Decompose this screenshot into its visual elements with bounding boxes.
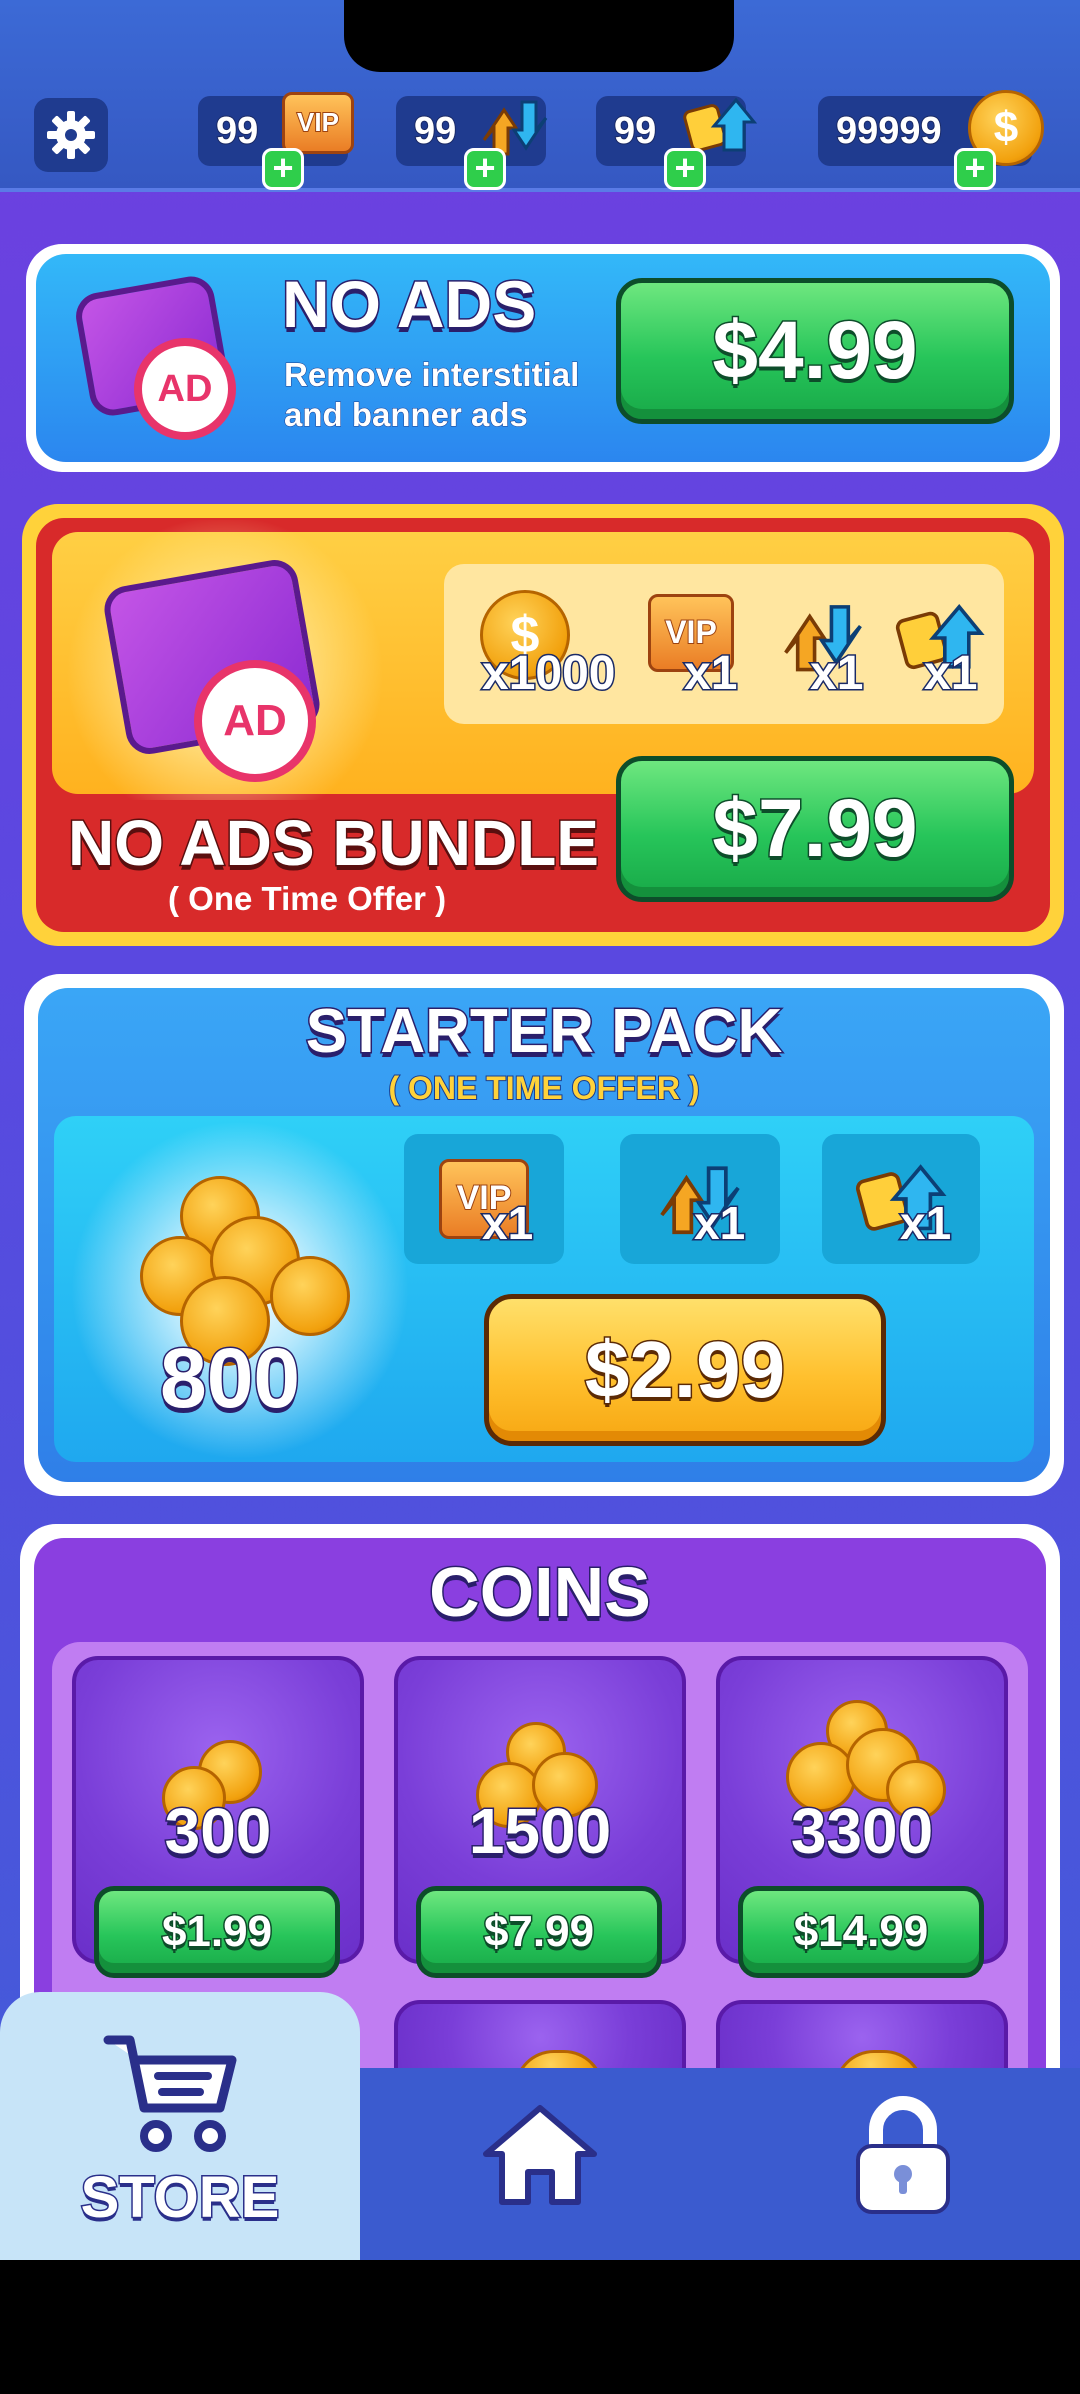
no-ads-description-line2: and banner ads: [284, 396, 529, 434]
system-bar: [0, 2260, 1080, 2394]
resource-shuffle-value: 99: [613, 109, 657, 153]
bundle-buy-button[interactable]: $7.99: [616, 756, 1014, 902]
coin-pack-amount: 3300: [789, 1794, 934, 1869]
coin-pack-buy-button[interactable]: $7.99: [416, 1886, 662, 1978]
coins-title: COINS: [428, 1552, 653, 1633]
tab-store[interactable]: STORE: [0, 1992, 360, 2260]
bundle-coins-qty: x1000: [480, 646, 616, 702]
tab-locked[interactable]: [846, 2092, 960, 2220]
starter-undo-qty: x1: [692, 1196, 746, 1251]
tab-home[interactable]: [480, 2096, 600, 2216]
coin-pack-buy-button[interactable]: $1.99: [94, 1886, 340, 1978]
no-ads-description-line1: Remove interstitial: [283, 356, 580, 394]
resource-coins-value: 99999: [835, 109, 943, 153]
coin-pack-price: $7.99: [482, 1906, 595, 1958]
starter-pack-title: STARTER PACK: [304, 996, 783, 1068]
starter-pack-buy-button[interactable]: $2.99: [484, 1294, 886, 1446]
resource-vip-value: 99: [215, 109, 259, 153]
vip-ticket-icon: VIP: [282, 92, 354, 154]
coin-pack-amount: 300: [163, 1794, 273, 1869]
no-ads-buy-button[interactable]: $4.99: [616, 278, 1014, 424]
bundle-shuffle-qty: x1: [922, 646, 978, 702]
resource-undo-value: 99: [413, 109, 457, 153]
bundle-price: $7.99: [711, 782, 919, 876]
add-vip-button[interactable]: +: [262, 148, 304, 190]
starter-vip-qty: x1: [480, 1196, 534, 1251]
add-shuffle-button[interactable]: +: [664, 148, 706, 190]
starter-shuffle-qty: x1: [898, 1196, 952, 1251]
add-coins-button[interactable]: +: [954, 148, 996, 190]
add-undo-button[interactable]: +: [464, 148, 506, 190]
lock-icon: [856, 2096, 950, 2214]
home-icon: [483, 2105, 597, 2205]
gear-icon: [47, 111, 95, 159]
coin-pack-price: $1.99: [160, 1906, 273, 1958]
ad-badge-icon: AD: [194, 660, 316, 782]
starter-pack-subtitle: ( ONE TIME OFFER ): [387, 1069, 700, 1107]
no-ads-price: $4.99: [711, 304, 919, 398]
ad-badge-icon: AD: [134, 338, 236, 440]
coin-pack-price: $14.99: [792, 1906, 930, 1958]
cart-icon: [103, 2035, 237, 2152]
coin-pack-buy-button[interactable]: $14.99: [738, 1886, 984, 1978]
starter-pack-price: $2.99: [583, 1324, 786, 1416]
starter-coin-amount: 800: [158, 1330, 301, 1427]
coin-pack-amount: 1500: [467, 1794, 612, 1869]
tab-store-label: STORE: [79, 2164, 281, 2232]
no-ads-title: NO ADS: [280, 266, 537, 343]
bundle-title: NO ADS BUNDLE: [67, 806, 601, 881]
settings-button[interactable]: [34, 98, 108, 172]
camera-notch: [344, 0, 734, 72]
bundle-vip-qty: x1: [682, 646, 738, 702]
bundle-subtitle: ( One Time Offer ): [168, 880, 447, 917]
bundle-undo-qty: x1: [808, 646, 864, 702]
